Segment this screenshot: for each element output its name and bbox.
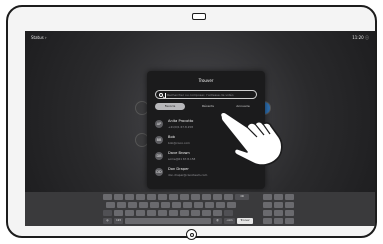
keyboard-key[interactable] <box>191 210 200 216</box>
contact-name: Bob <box>168 135 175 139</box>
keyboard-key[interactable] <box>285 194 294 200</box>
keyboard-key[interactable] <box>191 194 200 200</box>
keyboard-key[interactable] <box>128 202 137 208</box>
search-key[interactable]: Trouver <box>237 218 253 224</box>
search-placeholder: Rechercher ou composer, l'adresse de vid… <box>167 92 234 97</box>
search-icon <box>159 92 163 97</box>
on-screen-keyboard: ⌫ ◍ 123 @ .com Trouver <box>25 192 375 226</box>
keyboard-key[interactable] <box>183 202 192 208</box>
keyboard-key[interactable] <box>136 210 145 216</box>
space-key[interactable] <box>125 218 211 224</box>
status-right: 11:20 ⓘ <box>352 35 369 40</box>
status-left: Status › <box>31 35 47 40</box>
keyboard-key[interactable] <box>202 210 211 216</box>
home-button-icon <box>186 229 197 240</box>
at-key[interactable]: @ <box>213 218 222 224</box>
keyboard-key[interactable] <box>274 202 283 208</box>
keyboard-key[interactable] <box>227 202 236 208</box>
keyboard-key[interactable] <box>125 210 134 216</box>
keyboard-key[interactable] <box>205 202 214 208</box>
contact-detail: bob@cisco.com <box>168 140 190 145</box>
backspace-key[interactable]: ⌫ <box>235 194 249 200</box>
touch-device-frame: Status › 11:20 ⓘ Trouver Rechercher ou c… <box>6 5 377 240</box>
avatar: BB <box>155 136 163 144</box>
keyboard-key[interactable] <box>216 202 225 208</box>
keyboard-key[interactable] <box>169 194 178 200</box>
keyboard-key[interactable] <box>202 194 211 200</box>
contact-name: Don Draper <box>168 167 189 171</box>
keyboard-key[interactable] <box>274 194 283 200</box>
keyboard-key[interactable] <box>213 210 222 216</box>
contact-name: Anita Procotto <box>168 119 194 123</box>
device-screen: Status › 11:20 ⓘ Trouver Rechercher ou c… <box>25 31 375 226</box>
keyboard-key[interactable] <box>263 210 272 216</box>
contact-detail: some@61 67.8.158 <box>168 156 196 161</box>
keyboard-key[interactable] <box>180 194 189 200</box>
keyboard-key[interactable] <box>172 202 181 208</box>
keyboard-key[interactable] <box>161 202 170 208</box>
shift-key[interactable] <box>103 210 112 216</box>
keyboard-key[interactable] <box>213 194 222 200</box>
keyboard-key[interactable] <box>114 210 123 216</box>
shift-key[interactable] <box>224 210 233 216</box>
keyboard-key[interactable] <box>103 194 112 200</box>
keyboard-key[interactable] <box>147 210 156 216</box>
avatar: DD <box>155 168 163 176</box>
keyboard-key[interactable] <box>114 194 123 200</box>
keyboard-key[interactable] <box>117 202 126 208</box>
keyboard-key[interactable] <box>194 202 203 208</box>
contact-detail: +41(0)1 67.8.158 <box>168 124 193 129</box>
avatar: AP <box>155 120 163 128</box>
numbers-key[interactable]: 123 <box>114 218 123 224</box>
dialog-title: Trouver <box>198 78 214 83</box>
keyboard-key[interactable] <box>158 194 167 200</box>
tab-favorites[interactable]: Favoris <box>155 103 185 110</box>
avatar: DB <box>155 152 163 160</box>
keyboard-key[interactable] <box>285 218 294 224</box>
keyboard-key[interactable] <box>180 210 189 216</box>
dotcom-key[interactable]: .com <box>224 218 235 224</box>
camera-icon <box>192 13 206 20</box>
keyboard-key[interactable] <box>263 218 272 224</box>
text-cursor <box>165 92 166 98</box>
keyboard-key[interactable] <box>147 194 156 200</box>
keyboard-key[interactable] <box>224 194 233 200</box>
keyboard-key[interactable] <box>274 218 283 224</box>
keyboard-key[interactable] <box>150 202 159 208</box>
keyboard-key[interactable] <box>263 202 272 208</box>
keyboard-key[interactable] <box>169 210 178 216</box>
keyboard-key[interactable] <box>285 202 294 208</box>
keyboard-key[interactable] <box>139 202 148 208</box>
keyboard-key[interactable] <box>125 194 134 200</box>
globe-key[interactable]: ◍ <box>103 218 112 224</box>
search-input[interactable]: Rechercher ou composer, l'adresse de vid… <box>155 90 257 99</box>
contact-name: Dave Brown <box>168 151 190 155</box>
keyboard-key[interactable] <box>263 194 272 200</box>
keyboard-key[interactable] <box>285 210 294 216</box>
keyboard-key[interactable] <box>136 194 145 200</box>
keyboard-key[interactable] <box>274 210 283 216</box>
keyboard-key[interactable] <box>106 202 115 208</box>
pointing-hand-icon <box>219 111 283 166</box>
contact-detail: don.draper@ciscoteam.com <box>168 172 208 177</box>
keyboard-key[interactable] <box>158 210 167 216</box>
